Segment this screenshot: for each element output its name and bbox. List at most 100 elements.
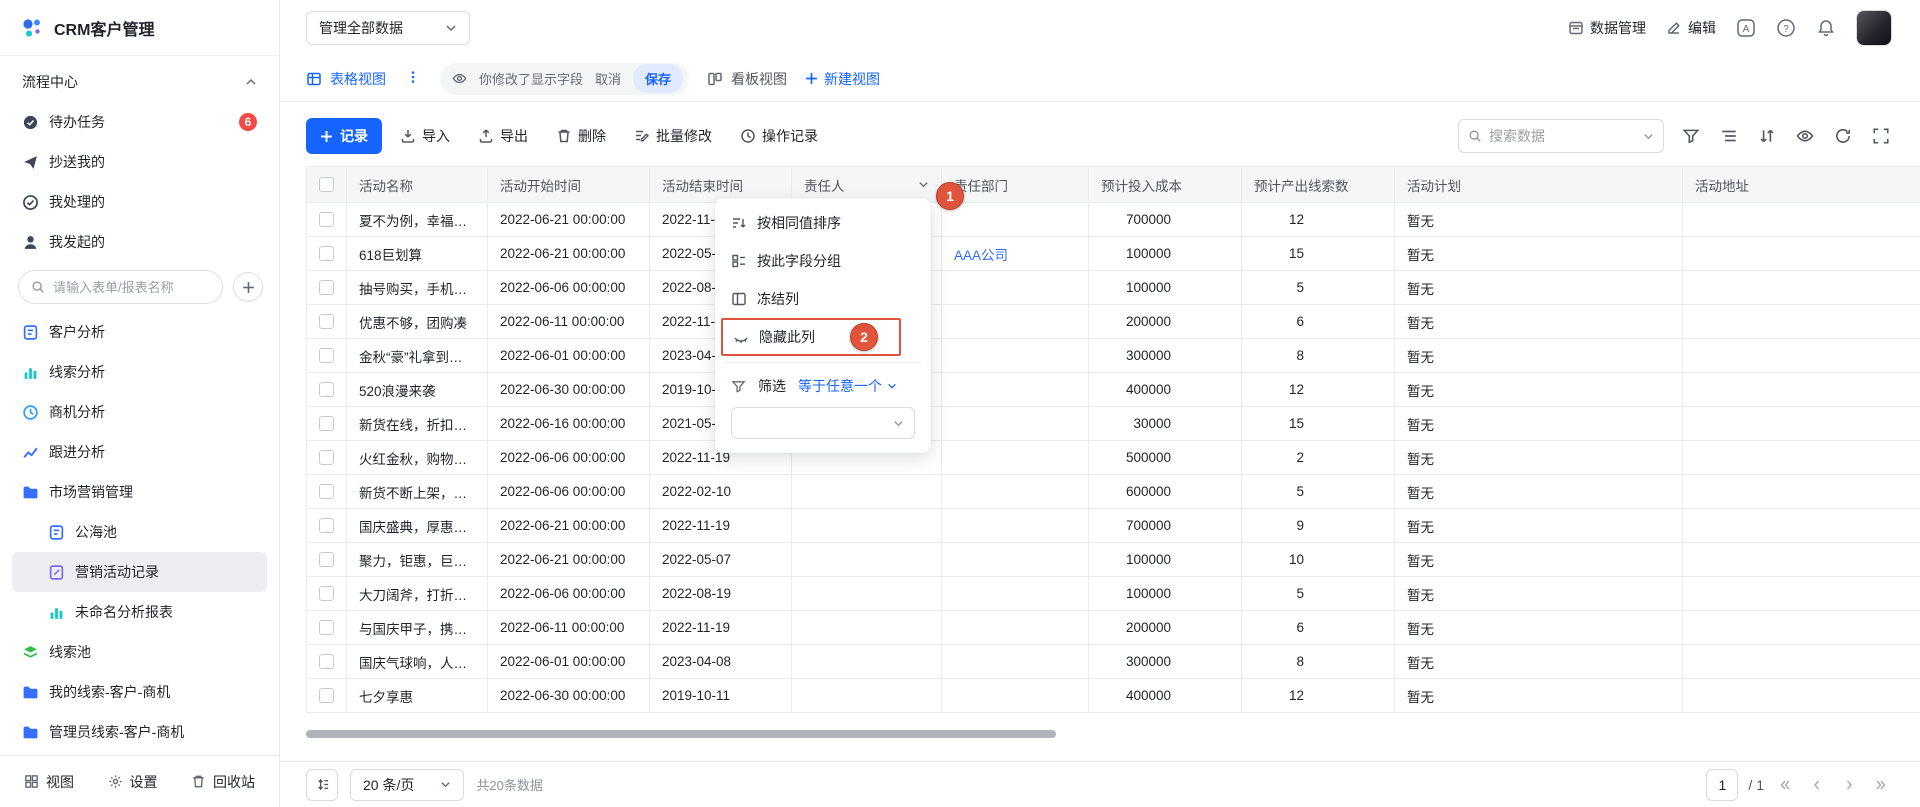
next-page-button[interactable]: [1838, 774, 1860, 796]
add-form-button[interactable]: [233, 272, 263, 302]
operation-log-button[interactable]: 操作记录: [730, 118, 828, 154]
group-button[interactable]: [1718, 125, 1740, 147]
cell-department[interactable]: [942, 577, 1089, 611]
sidebar-item-my-leads[interactable]: 我的线索-客户-商机: [12, 672, 267, 712]
sidebar-item-initiated-by-me[interactable]: 我发起的: [12, 222, 267, 262]
table-search[interactable]: [1458, 119, 1664, 153]
cell-department[interactable]: AAA公司: [942, 237, 1089, 271]
menu-item-group-by-field[interactable]: 按此字段分组: [721, 242, 925, 280]
views-button[interactable]: 视图: [24, 772, 74, 792]
column-header-cost[interactable]: 预计投入成本: [1089, 167, 1242, 203]
column-header-leads[interactable]: 预计产出线索数: [1242, 167, 1395, 203]
cell-department[interactable]: [942, 441, 1089, 475]
column-header-plan[interactable]: 活动计划: [1395, 167, 1683, 203]
cell-activity-name[interactable]: 新货在线，折扣不断: [347, 407, 488, 441]
save-button[interactable]: 保存: [633, 64, 683, 93]
row-checkbox[interactable]: [319, 688, 334, 703]
import-button[interactable]: 导入: [390, 118, 460, 154]
sidebar-item-unnamed-report[interactable]: 未命名分析报表: [12, 592, 267, 632]
filter-button[interactable]: [1680, 125, 1702, 147]
sidebar-item-handled-by-me[interactable]: 我处理的: [12, 182, 267, 222]
cell-activity-name[interactable]: 七夕享惠: [347, 679, 488, 713]
column-header-start-time[interactable]: 活动开始时间: [488, 167, 650, 203]
cell-activity-name[interactable]: 国庆气球响，人人有奖: [347, 645, 488, 679]
column-header-activity-name[interactable]: 活动名称: [347, 167, 488, 203]
cell-department[interactable]: [942, 203, 1089, 237]
cell-department[interactable]: [942, 543, 1089, 577]
filter-condition-link[interactable]: 等于任意一个: [798, 376, 897, 396]
sidebar-search-input[interactable]: [53, 280, 210, 295]
sidebar-item-marketing-management[interactable]: 市场营销管理: [12, 472, 267, 512]
user-avatar[interactable]: [1856, 10, 1892, 46]
cell-activity-name[interactable]: 618巨划算: [347, 237, 488, 271]
row-checkbox[interactable]: [319, 348, 334, 363]
filter-value-select[interactable]: [731, 407, 915, 439]
sidebar-item-public-pool[interactable]: 公海池: [12, 512, 267, 552]
chevron-down-icon[interactable]: [918, 179, 929, 190]
batch-edit-button[interactable]: 批量修改: [624, 118, 722, 154]
delete-button[interactable]: 删除: [546, 118, 616, 154]
row-checkbox[interactable]: [319, 518, 334, 533]
tab-table-view[interactable]: 表格视图: [306, 69, 386, 89]
menu-item-freeze-column[interactable]: 冻结列: [721, 280, 925, 318]
tab-more-menu-icon[interactable]: [404, 70, 422, 87]
horizontal-scrollbar[interactable]: [306, 730, 1056, 738]
cell-activity-name[interactable]: 520浪漫来袭: [347, 373, 488, 407]
sidebar-item-todo-tasks[interactable]: 待办任务 6: [12, 102, 267, 142]
row-checkbox[interactable]: [319, 416, 334, 431]
row-checkbox[interactable]: [319, 450, 334, 465]
cell-department[interactable]: [942, 645, 1089, 679]
sidebar-search[interactable]: [18, 270, 223, 304]
row-checkbox[interactable]: [319, 586, 334, 601]
new-view-button[interactable]: 新建视图: [805, 69, 880, 89]
field-visibility-button[interactable]: [1794, 125, 1816, 147]
sidebar-item-followup-analysis[interactable]: 跟进分析: [12, 432, 267, 472]
sidebar-item-lead-pool[interactable]: 线索池: [12, 632, 267, 672]
column-header-address[interactable]: 活动地址: [1683, 167, 1920, 203]
settings-button[interactable]: 设置: [108, 772, 158, 792]
cell-activity-name[interactable]: 抽号购买，手机免费送: [347, 271, 488, 305]
menu-item-sort-by-value[interactable]: 按相同值排序: [721, 204, 925, 242]
last-page-button[interactable]: [1870, 774, 1892, 796]
cell-department[interactable]: [942, 509, 1089, 543]
cell-activity-name[interactable]: 大刀阔斧，打折到底: [347, 577, 488, 611]
cell-department[interactable]: [942, 611, 1089, 645]
export-button[interactable]: 导出: [468, 118, 538, 154]
row-height-button[interactable]: [306, 769, 338, 801]
cell-activity-name[interactable]: 优惠不够，团购凑: [347, 305, 488, 339]
prev-page-button[interactable]: [1806, 774, 1828, 796]
sidebar-item-customer-analysis[interactable]: 客户分析: [12, 312, 267, 352]
edit-button[interactable]: 编辑: [1666, 18, 1716, 38]
cell-department[interactable]: [942, 271, 1089, 305]
bell-icon[interactable]: [1816, 18, 1836, 38]
sidebar-section-process[interactable]: 流程中心: [12, 62, 267, 102]
sidebar-item-lead-analysis[interactable]: 线索分析: [12, 352, 267, 392]
row-checkbox[interactable]: [319, 620, 334, 635]
row-checkbox[interactable]: [319, 212, 334, 227]
sidebar-item-cc-to-me[interactable]: 抄送我的: [12, 142, 267, 182]
row-checkbox[interactable]: [319, 280, 334, 295]
row-checkbox[interactable]: [319, 314, 334, 329]
cell-department[interactable]: [942, 407, 1089, 441]
cell-department[interactable]: [942, 679, 1089, 713]
current-page-input[interactable]: 1: [1706, 769, 1738, 801]
data-manage-button[interactable]: 数据管理: [1568, 18, 1646, 38]
add-record-button[interactable]: 记录: [306, 118, 382, 154]
sidebar-item-marketing-activity-record[interactable]: 营销活动记录: [12, 552, 267, 592]
page-size-select[interactable]: 20 条/页: [350, 769, 464, 801]
table-search-input[interactable]: [1489, 128, 1636, 144]
row-checkbox[interactable]: [319, 382, 334, 397]
cell-activity-name[interactable]: 新货不断上架，商品天…: [347, 475, 488, 509]
row-checkbox[interactable]: [319, 484, 334, 499]
chevron-down-icon[interactable]: [1643, 131, 1654, 142]
recycle-bin-button[interactable]: 回收站: [191, 772, 255, 792]
cancel-button[interactable]: 取消: [595, 69, 621, 88]
sidebar-item-opportunity-analysis[interactable]: 商机分析: [12, 392, 267, 432]
select-all-checkbox[interactable]: [319, 177, 334, 192]
data-scope-select[interactable]: 管理全部数据: [306, 11, 470, 45]
cell-department[interactable]: [942, 305, 1089, 339]
cell-activity-name[interactable]: 与国庆甲子，携手奏华…: [347, 611, 488, 645]
cell-department[interactable]: [942, 373, 1089, 407]
row-checkbox[interactable]: [319, 654, 334, 669]
cell-activity-name[interactable]: 火红金秋，购物好精彩: [347, 441, 488, 475]
